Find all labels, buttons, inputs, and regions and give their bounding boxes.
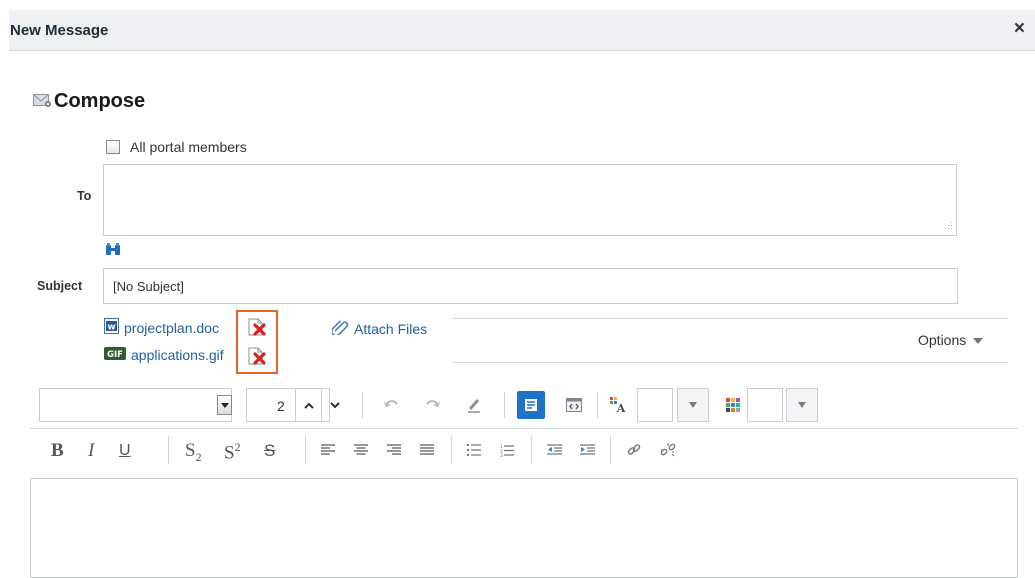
all-portal-members-checkbox[interactable] bbox=[106, 140, 120, 154]
attachment-name[interactable]: projectplan.doc bbox=[124, 320, 219, 336]
paperclip-icon bbox=[330, 319, 350, 338]
compose-title: Compose bbox=[54, 90, 146, 112]
text-color-swatch[interactable] bbox=[637, 388, 673, 422]
svg-text:A: A bbox=[616, 402, 626, 414]
options-label[interactable]: Options bbox=[918, 332, 966, 348]
attach-files-link[interactable]: Attach Files bbox=[330, 319, 427, 338]
compose-header: Compose bbox=[33, 90, 145, 113]
unlink-icon[interactable] bbox=[658, 441, 678, 459]
font-size-decrease-button[interactable] bbox=[321, 389, 348, 421]
subject-label: Subject bbox=[37, 279, 83, 293]
resize-grip-icon[interactable] bbox=[943, 218, 953, 233]
font-family-select[interactable] bbox=[39, 388, 232, 422]
close-icon[interactable]: × bbox=[1014, 19, 1025, 38]
toolbar-separator bbox=[451, 436, 452, 464]
clear-formatting-eraser-icon[interactable] bbox=[464, 396, 484, 414]
link-icon[interactable] bbox=[624, 441, 644, 459]
attachment-name[interactable]: applications.gif bbox=[131, 347, 224, 363]
indent-icon[interactable] bbox=[577, 442, 597, 458]
dialog-title: New Message bbox=[10, 22, 109, 39]
undo-icon[interactable] bbox=[381, 396, 401, 414]
all-portal-members-option: All portal members bbox=[106, 139, 247, 155]
toolbar-separator bbox=[362, 392, 363, 418]
bullet-list-icon[interactable] bbox=[465, 442, 483, 458]
font-size-value: 2 bbox=[277, 398, 285, 414]
align-justify-icon[interactable] bbox=[418, 442, 436, 458]
toolbar-separator bbox=[597, 392, 598, 418]
dialog-title-bar: New Message × bbox=[9, 10, 1035, 51]
background-color-icon[interactable] bbox=[723, 396, 743, 414]
word-doc-icon: w bbox=[104, 318, 119, 337]
align-left-icon[interactable] bbox=[319, 442, 337, 458]
editor-toolbar-top: 2 A bbox=[39, 388, 1017, 424]
toolbar-separator bbox=[610, 436, 611, 464]
attachment-item[interactable]: w projectplan.doc bbox=[104, 318, 219, 337]
rich-text-mode-icon[interactable] bbox=[517, 391, 545, 419]
subscript-icon[interactable]: S2 bbox=[185, 440, 202, 465]
remove-icons-highlight bbox=[236, 310, 278, 374]
background-color-dropdown-button[interactable] bbox=[786, 388, 818, 422]
background-color-swatch[interactable] bbox=[747, 388, 783, 422]
source-code-mode-icon[interactable] bbox=[562, 393, 586, 417]
people-search-binoculars-icon[interactable] bbox=[106, 243, 120, 259]
superscript-icon[interactable]: S2 bbox=[224, 440, 241, 464]
svg-text:GIF: GIF bbox=[107, 350, 123, 360]
strikethrough-icon[interactable]: S bbox=[264, 441, 275, 461]
bold-icon[interactable]: B bbox=[51, 440, 64, 462]
to-textarea[interactable] bbox=[103, 164, 957, 236]
italic-icon[interactable]: I bbox=[88, 440, 94, 462]
underline-icon[interactable]: U bbox=[119, 442, 131, 460]
text-color-dropdown-button[interactable] bbox=[677, 388, 709, 422]
message-body-editor[interactable] bbox=[30, 478, 1018, 578]
outdent-icon[interactable] bbox=[544, 442, 564, 458]
chevron-down-icon bbox=[973, 338, 984, 344]
editor-toolbar-format: B I U S2 S2 S 123 bbox=[39, 432, 1017, 470]
toolbar-separator bbox=[531, 436, 532, 464]
options-dropdown[interactable]: Options bbox=[918, 332, 984, 348]
toolbar-separator bbox=[504, 392, 505, 418]
font-size-increase-button[interactable] bbox=[295, 389, 322, 421]
attachment-item[interactable]: GIF applications.gif bbox=[104, 347, 224, 363]
svg-text:3: 3 bbox=[500, 453, 503, 457]
align-center-icon[interactable] bbox=[352, 442, 370, 458]
redo-icon[interactable] bbox=[423, 396, 443, 414]
toolbar-separator bbox=[168, 436, 169, 464]
text-color-icon[interactable]: A bbox=[607, 395, 629, 415]
toolbar-separator bbox=[305, 436, 306, 464]
divider bbox=[452, 362, 1008, 363]
to-label: To bbox=[77, 189, 92, 203]
gif-file-icon: GIF bbox=[104, 347, 126, 363]
compose-mail-icon bbox=[33, 93, 51, 110]
divider bbox=[452, 318, 1008, 319]
subject-input[interactable]: [No Subject] bbox=[103, 268, 958, 304]
toolbar-divider bbox=[30, 428, 1018, 429]
numbered-list-icon[interactable]: 123 bbox=[498, 442, 516, 458]
align-right-icon[interactable] bbox=[385, 442, 403, 458]
svg-text:w: w bbox=[107, 323, 115, 333]
font-family-dropdown-button[interactable] bbox=[217, 395, 232, 415]
all-portal-members-label: All portal members bbox=[130, 139, 247, 155]
attach-files-label[interactable]: Attach Files bbox=[354, 321, 427, 337]
